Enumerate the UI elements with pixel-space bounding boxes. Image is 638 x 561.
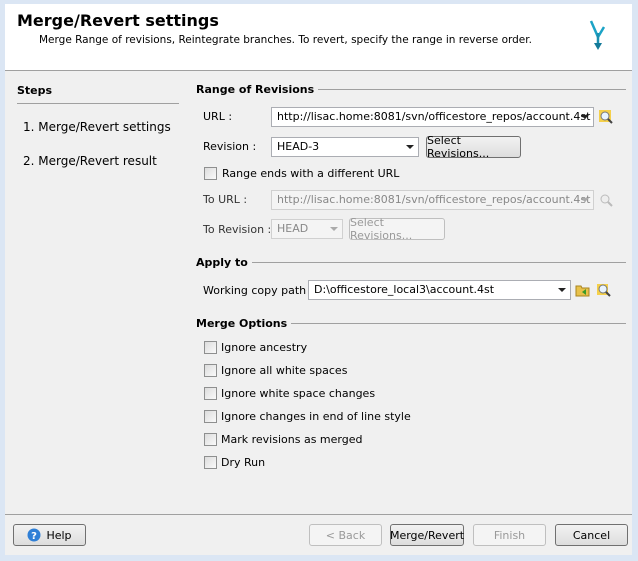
step-1: 1. Merge/Revert settings bbox=[23, 120, 171, 134]
help-button[interactable]: ? Help bbox=[13, 524, 86, 546]
mark-revisions-merged-checkbox[interactable] bbox=[204, 433, 217, 446]
dry-run-checkbox[interactable] bbox=[204, 456, 217, 469]
steps-title: Steps bbox=[17, 84, 53, 97]
chevron-down-icon[interactable] bbox=[330, 227, 338, 231]
chevron-down-icon[interactable] bbox=[406, 145, 414, 149]
to-revision-label: To Revision : bbox=[203, 223, 272, 236]
arrow-merge-icon bbox=[589, 20, 606, 50]
to-url-label: To URL : bbox=[203, 193, 248, 206]
ignore-eol-label: Ignore changes in end of line style bbox=[221, 410, 411, 423]
revision-value: HEAD-3 bbox=[277, 140, 320, 153]
to-select-revisions-button[interactable]: Select Revisions... bbox=[349, 216, 445, 242]
help-icon: ? bbox=[27, 528, 41, 542]
url-combo[interactable]: http://lisac.home:8081/svn/officestore_r… bbox=[271, 107, 594, 127]
ignore-ancestry-checkbox[interactable] bbox=[204, 341, 217, 354]
revision-label: Revision : bbox=[203, 140, 257, 153]
ignore-all-white-spaces-label: Ignore all white spaces bbox=[221, 364, 348, 377]
to-revision-value: HEAD bbox=[277, 222, 309, 235]
step-2: 2. Merge/Revert result bbox=[23, 154, 157, 168]
merge-revert-dialog: Merge/Revert settings Merge Range of rev… bbox=[5, 4, 632, 555]
to-revision-combo[interactable]: HEAD bbox=[271, 219, 343, 239]
browse-repo-icon[interactable] bbox=[598, 109, 614, 125]
help-label: Help bbox=[46, 528, 72, 542]
select-revisions-button[interactable]: Select Revisions... bbox=[426, 134, 521, 160]
ignore-all-white-spaces-checkbox[interactable] bbox=[204, 364, 217, 377]
to-url-value: http://lisac.home:8081/svn/officestore_r… bbox=[277, 193, 591, 206]
chevron-down-icon[interactable] bbox=[558, 288, 566, 292]
mark-revisions-merged-label: Mark revisions as merged bbox=[221, 433, 363, 446]
search-icon[interactable] bbox=[596, 282, 612, 298]
apply-to-title: Apply to bbox=[196, 256, 626, 269]
page-subtitle: Merge Range of revisions, Reintegrate br… bbox=[39, 34, 532, 46]
to-url-combo[interactable]: http://lisac.home:8081/svn/officestore_r… bbox=[271, 190, 594, 210]
finish-button[interactable]: Finish bbox=[473, 524, 546, 546]
browse-repo-icon-disabled[interactable] bbox=[598, 192, 614, 208]
ignore-white-space-changes-checkbox[interactable] bbox=[204, 387, 217, 400]
revision-combo[interactable]: HEAD-3 bbox=[271, 137, 419, 157]
merge-options-title: Merge Options bbox=[196, 317, 626, 330]
working-copy-combo[interactable]: D:\officestore_local3\account.4st bbox=[308, 280, 571, 300]
section-label: Range of Revisions bbox=[196, 83, 315, 96]
range-of-revisions-title: Range of Revisions bbox=[196, 83, 626, 96]
section-label: Merge Options bbox=[196, 317, 288, 330]
back-button[interactable]: < Back bbox=[309, 524, 382, 546]
ignore-ancestry-label: Ignore ancestry bbox=[221, 341, 308, 354]
svg-text:?: ? bbox=[32, 531, 38, 542]
url-value: http://lisac.home:8081/svn/officestore_r… bbox=[277, 110, 591, 123]
chevron-down-icon[interactable] bbox=[581, 198, 589, 202]
ignore-white-space-changes-label: Ignore white space changes bbox=[221, 387, 376, 400]
browse-folder-icon[interactable] bbox=[575, 282, 591, 298]
section-label: Apply to bbox=[196, 256, 248, 269]
cancel-button[interactable]: Cancel bbox=[555, 524, 628, 546]
ignore-eol-checkbox[interactable] bbox=[204, 410, 217, 423]
divider bbox=[17, 103, 179, 104]
merge-revert-button[interactable]: Merge/Revert bbox=[390, 524, 464, 546]
divider bbox=[5, 514, 632, 515]
working-copy-value: D:\officestore_local3\account.4st bbox=[314, 283, 495, 296]
working-copy-label: Working copy path : bbox=[203, 284, 314, 297]
dry-run-label: Dry Run bbox=[221, 456, 266, 469]
chevron-down-icon[interactable] bbox=[581, 115, 589, 119]
url-label: URL : bbox=[203, 110, 233, 123]
range-different-url-label: Range ends with a different URL bbox=[222, 167, 400, 180]
header: Merge/Revert settings Merge Range of rev… bbox=[5, 4, 632, 71]
page-title: Merge/Revert settings bbox=[17, 11, 219, 30]
range-different-url-checkbox[interactable] bbox=[204, 167, 217, 180]
